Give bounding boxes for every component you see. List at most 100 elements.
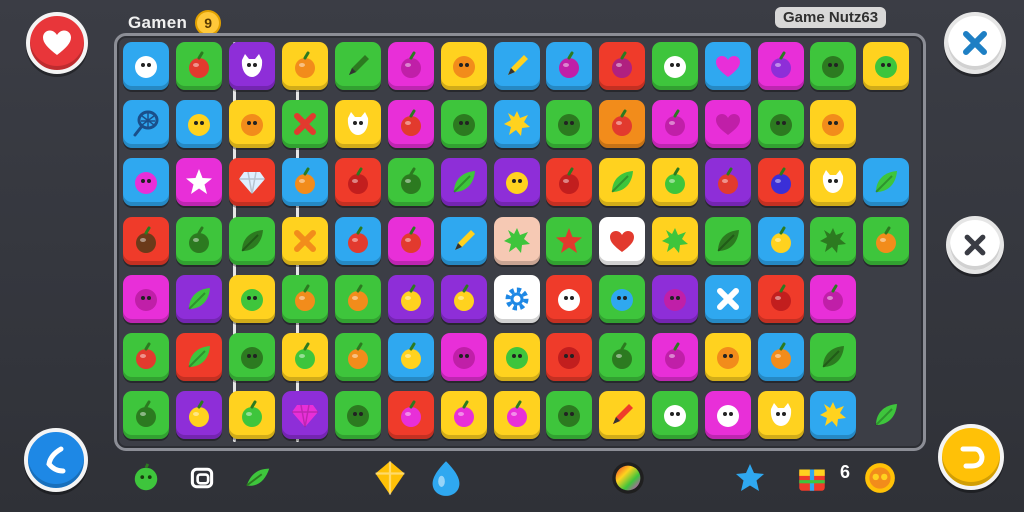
tile-r7-c5[interactable] [335,391,382,440]
tile-r4-c14[interactable] [810,216,857,265]
tile-r2-c5[interactable] [335,100,382,149]
tile-r2-c12[interactable] [704,100,751,149]
call-button[interactable] [24,428,88,492]
tile-r3-c13[interactable] [757,158,804,207]
tile-r6-c4[interactable] [282,333,329,381]
tile-r7-c4[interactable] [282,391,329,440]
tile-r5-c3[interactable] [228,274,275,323]
close-button[interactable] [944,12,1006,74]
tile-r5-c9[interactable] [546,274,593,323]
tile-r2-c11[interactable] [652,100,698,149]
tile-r3-c14[interactable] [810,158,857,207]
tile-r3-c8[interactable] [493,158,540,207]
tile-r2-c8[interactable] [493,100,540,149]
tile-r5-c5[interactable] [335,274,382,323]
tile-r3-c7[interactable] [440,158,487,207]
tile-r2-c10[interactable] [599,100,646,149]
close-secondary-button[interactable] [946,216,1004,274]
tile-r7-c3[interactable] [228,391,275,440]
tile-r6-c6[interactable] [388,333,434,381]
tile-r7-c8[interactable] [493,391,540,440]
tile-r4-c4[interactable] [282,216,329,265]
tile-r5-c8[interactable] [493,274,540,323]
tile-r3-c9[interactable] [546,158,593,207]
tile-r7-c14[interactable] [810,391,857,440]
tile-r1-c7[interactable] [440,42,487,90]
tile-r4-c7[interactable] [440,216,487,265]
tile-r1-c14[interactable] [810,42,857,90]
tile-r4-c15[interactable] [863,216,910,265]
tile-r1-c8[interactable] [493,42,540,90]
tile-r1-c9[interactable] [546,42,593,90]
tile-r1-c13[interactable] [757,42,804,90]
tile-r3-c10[interactable] [599,158,646,207]
tile-r2-c7[interactable] [440,100,487,149]
tile-r4-c10[interactable] [599,216,646,265]
tile-r7-c1[interactable] [123,391,169,440]
tile-r7-c7[interactable] [440,391,487,440]
tile-r7-c10[interactable] [599,391,646,440]
tile-r1-c1[interactable] [123,42,169,90]
tile-r6-c3[interactable] [228,333,275,381]
gift-box-icon[interactable] [794,458,830,498]
tile-r1-c6[interactable] [388,42,434,90]
tile-r4-c8[interactable] [493,216,540,265]
tile-r6-c10[interactable] [599,333,646,381]
tile-r6-c2[interactable] [175,333,222,381]
tile-r1-c15[interactable] [863,42,910,90]
tile-r7-c11[interactable] [652,391,698,440]
tile-r4-c1[interactable] [123,216,169,265]
tile-r1-c12[interactable] [704,42,751,90]
undo-button[interactable] [938,424,1004,490]
tile-r7-c12[interactable] [704,391,751,440]
blue-orb-icon[interactable] [428,458,464,498]
tile-r6-c7[interactable] [440,333,487,381]
tile-r7-c9[interactable] [546,391,593,440]
leaf-icon[interactable] [240,458,276,498]
favorite-button[interactable] [26,12,88,74]
tile-r2-c3[interactable] [228,100,275,149]
tile-r1-c2[interactable] [175,42,222,90]
tile-r5-c14[interactable] [810,274,857,323]
tile-r2-c14[interactable] [810,100,857,149]
tile-r6-c8[interactable] [493,333,540,381]
tile-r1-c11[interactable] [652,42,698,90]
tile-r4-c6[interactable] [388,216,434,265]
tile-r7-c15[interactable] [863,391,909,439]
tile-r5-c1[interactable] [123,274,169,323]
tile-r7-c2[interactable] [175,391,222,440]
tile-r3-c12[interactable] [704,158,751,207]
tile-r3-c15[interactable] [863,158,910,207]
tile-r2-c4[interactable] [282,100,329,149]
tile-r3-c6[interactable] [388,158,434,207]
tile-r1-c3[interactable] [228,42,275,90]
tile-r2-c13[interactable] [757,100,804,149]
yellow-gem-icon[interactable] [372,458,408,498]
rainbow-orb-icon[interactable] [610,458,646,498]
tile-r4-c5[interactable] [335,216,382,265]
green-face-icon[interactable] [128,458,164,498]
coin-icon[interactable] [862,458,898,498]
tile-r2-c1[interactable] [123,100,169,149]
tile-r4-c3[interactable] [228,216,275,265]
tile-r5-c7[interactable] [440,274,487,323]
tile-r4-c13[interactable] [757,216,804,265]
tile-r6-c11[interactable] [652,333,698,381]
tile-r3-c5[interactable] [335,158,382,207]
tile-r6-c13[interactable] [757,333,804,381]
tile-r6-c12[interactable] [704,333,751,381]
tile-r3-c1[interactable] [123,158,169,207]
star-icon[interactable] [732,458,768,498]
camera-icon[interactable] [184,458,220,498]
tile-r4-c9[interactable] [546,216,593,265]
tile-r1-c10[interactable] [599,42,646,90]
tile-r2-c2[interactable] [175,100,222,149]
tile-r5-c11[interactable] [652,274,698,323]
tile-r6-c1[interactable] [123,333,169,381]
tile-r6-c9[interactable] [546,333,593,381]
tile-r2-c6[interactable] [388,100,434,149]
tile-r5-c4[interactable] [282,274,329,323]
tile-r4-c11[interactable] [652,216,698,265]
tile-r1-c4[interactable] [282,42,329,90]
tile-r5-c2[interactable] [175,274,222,323]
